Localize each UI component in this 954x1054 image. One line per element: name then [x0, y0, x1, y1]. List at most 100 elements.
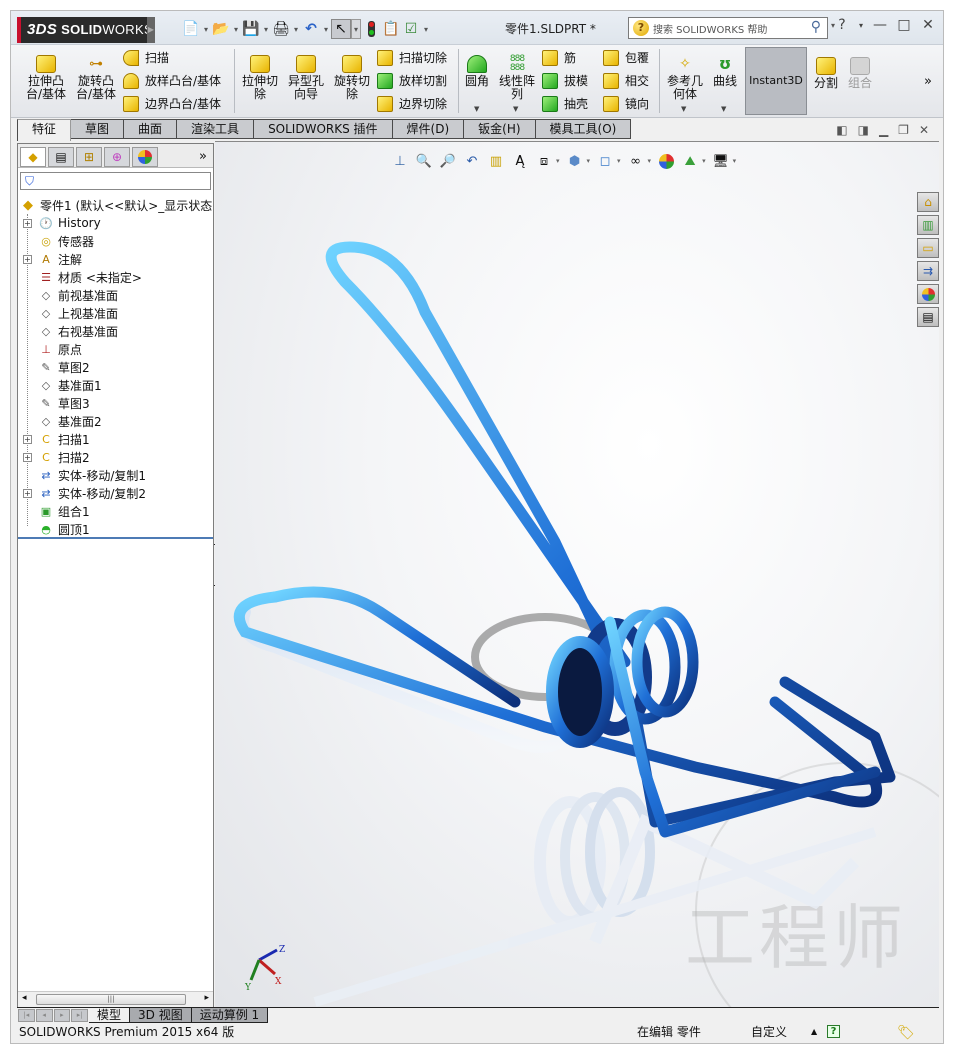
hole-wizard-button[interactable]: 异型孔 向导 — [285, 55, 327, 101]
select-cursor-icon[interactable]: ↖ — [331, 19, 351, 39]
swept-cut-button[interactable]: 扫描切除 — [377, 49, 447, 66]
tree-item[interactable]: ◎ 传感器 — [18, 232, 213, 250]
select-dropdown[interactable]: ▾ — [351, 19, 361, 39]
fillet-button[interactable]: 圆角 — [461, 55, 493, 88]
prev-tab-arrow[interactable]: ◂ — [35, 1009, 53, 1022]
quick-tips-icon[interactable]: ? — [827, 1025, 840, 1038]
horizontal-scrollbar[interactable]: ◂ ||| ▸ — [18, 991, 213, 1007]
new-document-icon[interactable]: 📄 — [181, 19, 201, 39]
unit-system-menu-arrow[interactable]: ▲ — [811, 1023, 817, 1041]
tree-item[interactable]: ▣ 组合1 — [18, 502, 213, 520]
more-tabs-button[interactable]: » — [199, 147, 207, 167]
extrude-cut-button[interactable]: 拉伸切 除 — [239, 55, 281, 101]
curves-button[interactable]: ʊ 曲线 — [709, 55, 741, 88]
expand-toggle[interactable]: + — [23, 452, 32, 462]
draft-button[interactable]: 拔模 — [542, 72, 588, 89]
save-icon[interactable]: 💾 — [241, 19, 261, 39]
scrollbar-thumb[interactable]: ||| — [36, 994, 186, 1005]
propertymanager-icon[interactable]: ▤ — [48, 147, 74, 167]
tab-render-tools[interactable]: 渲染工具 — [177, 119, 255, 139]
tree-item[interactable]: ⊥ 原点 — [18, 340, 213, 358]
split-button[interactable]: 分割 — [811, 57, 841, 90]
linear-pattern-dropdown[interactable]: ▼ — [513, 105, 518, 113]
tag-icon[interactable]: 🏷 — [897, 1024, 915, 1042]
print-dropdown[interactable]: ▾ — [291, 25, 301, 34]
boundary-boss-button[interactable]: 边界凸台/基体 — [123, 95, 221, 112]
tree-item[interactable]: + ⇄ 实体-移动/复制2 — [18, 484, 213, 502]
undo-dropdown[interactable]: ▾ — [321, 25, 331, 34]
tab-solidworks-addins[interactable]: SOLIDWORKS 插件 — [254, 119, 393, 139]
mirror-button[interactable]: 镜向 — [603, 95, 649, 112]
scroll-right-arrow[interactable]: ▸ — [204, 993, 209, 1003]
tree-item[interactable]: ✎ 草图3 — [18, 394, 213, 412]
configurationmanager-icon[interactable]: ⊞ — [76, 147, 102, 167]
tree-item[interactable]: ◇ 上视基准面 — [18, 304, 213, 322]
unit-system-button[interactable]: 自定义 — [751, 1023, 787, 1041]
open-dropdown[interactable]: ▾ — [231, 25, 241, 34]
solidworks-logo[interactable]: 3DS SOLIDWORKS — [17, 17, 153, 43]
fillet-dropdown[interactable]: ▼ — [474, 105, 479, 113]
more-commands-button[interactable]: » — [921, 75, 935, 88]
clothes-clip-model[interactable] — [215, 142, 939, 1008]
tree-item[interactable]: ◓ 圆顶1 — [18, 520, 213, 538]
save-dropdown[interactable]: ▾ — [261, 25, 271, 34]
curves-dropdown[interactable]: ▼ — [721, 105, 726, 113]
file-properties-icon[interactable]: 📋 — [381, 19, 401, 39]
tree-root-part[interactable]: ◆ 零件1 (默认<<默认>_显示状态 — [18, 196, 213, 214]
extrude-boss-button[interactable]: 拉伸凸 台/基体 — [25, 55, 67, 101]
expand-toggle[interactable]: + — [23, 218, 32, 228]
last-tab-arrow[interactable]: ▸| — [71, 1009, 88, 1022]
tree-item[interactable]: ✎ 草图2 — [18, 358, 213, 376]
tree-item[interactable]: ☰ 材质 <未指定> — [18, 268, 213, 286]
loft-button[interactable]: 放样凸台/基体 — [123, 72, 221, 89]
featuremanager-tree-icon[interactable]: ◆ — [20, 147, 46, 167]
linear-pattern-button[interactable]: 888 888 线性阵 列 — [497, 55, 537, 101]
minimize-icon[interactable]: ▁ — [879, 123, 888, 137]
rib-button[interactable]: 筋 — [542, 49, 576, 66]
tab-weldments[interactable]: 焊件(D) — [392, 119, 465, 139]
shell-button[interactable]: 抽壳 — [542, 95, 588, 112]
intersect-button[interactable]: 相交 — [603, 72, 649, 89]
tree-filter-input[interactable]: ⛉ — [20, 172, 211, 190]
options-icon[interactable]: ☑ — [401, 19, 421, 39]
undo-icon[interactable]: ↶ — [301, 19, 321, 39]
print-icon[interactable]: 🖨 — [271, 19, 291, 39]
combine-button[interactable]: 组合 — [845, 57, 875, 90]
close-icon[interactable]: ✕ — [919, 123, 929, 137]
lofted-cut-button[interactable]: 放样切割 — [377, 72, 447, 89]
displaymanager-icon[interactable] — [132, 147, 158, 167]
open-folder-icon[interactable]: 📂 — [211, 19, 231, 39]
tab-3d-views[interactable]: 3D 视图 — [130, 1008, 192, 1023]
first-tab-arrow[interactable]: |◂ — [18, 1009, 35, 1022]
expand-toggle[interactable]: + — [23, 254, 32, 264]
tree-item[interactable]: + C 扫描1 — [18, 430, 213, 448]
tab-sketch[interactable]: 草图 — [71, 119, 125, 139]
tree-item[interactable]: + C 扫描2 — [18, 448, 213, 466]
tile-right-icon[interactable]: ◨ — [858, 123, 869, 137]
sweep-button[interactable]: 扫描 — [123, 49, 169, 66]
menu-expand-arrow[interactable]: ▶ — [147, 17, 155, 43]
revolve-boss-button[interactable]: ⊶ 旋转凸 台/基体 — [75, 55, 117, 101]
revolve-cut-button[interactable]: 旋转切 除 — [331, 55, 373, 101]
next-tab-arrow[interactable]: ▸ — [53, 1009, 71, 1022]
tab-model[interactable]: 模型 — [89, 1008, 131, 1023]
minimize-button[interactable]: — — [871, 17, 889, 33]
search-icon[interactable]: ⚲ — [811, 19, 821, 35]
help-search-box[interactable]: ? 搜索 SOLIDWORKS 帮助 ⚲ — [628, 17, 828, 39]
tree-item[interactable]: ◇ 右视基准面 — [18, 322, 213, 340]
rebuild-traffic-light-icon[interactable] — [361, 19, 381, 39]
reference-geometry-dropdown[interactable]: ▼ — [681, 105, 686, 113]
help-menu-button[interactable]: ? — [833, 17, 851, 33]
new-dropdown[interactable]: ▾ — [201, 25, 211, 34]
tree-item[interactable]: ⇄ 实体-移动/复制1 — [18, 466, 213, 484]
tab-sheet-metal[interactable]: 钣金(H) — [464, 119, 536, 139]
wrap-button[interactable]: 包覆 — [603, 49, 649, 66]
help-dropdown[interactable]: ▾ — [857, 21, 865, 30]
expand-toggle[interactable]: + — [23, 488, 32, 498]
dimxpertmanager-icon[interactable]: ⊕ — [104, 147, 130, 167]
tree-item[interactable]: + A 注解 — [18, 250, 213, 268]
close-button[interactable]: ✕ — [919, 17, 937, 33]
instant3d-button[interactable]: Instant3D — [745, 47, 807, 115]
tab-features[interactable]: 特征 — [17, 119, 72, 141]
expand-toggle[interactable]: + — [23, 434, 32, 444]
